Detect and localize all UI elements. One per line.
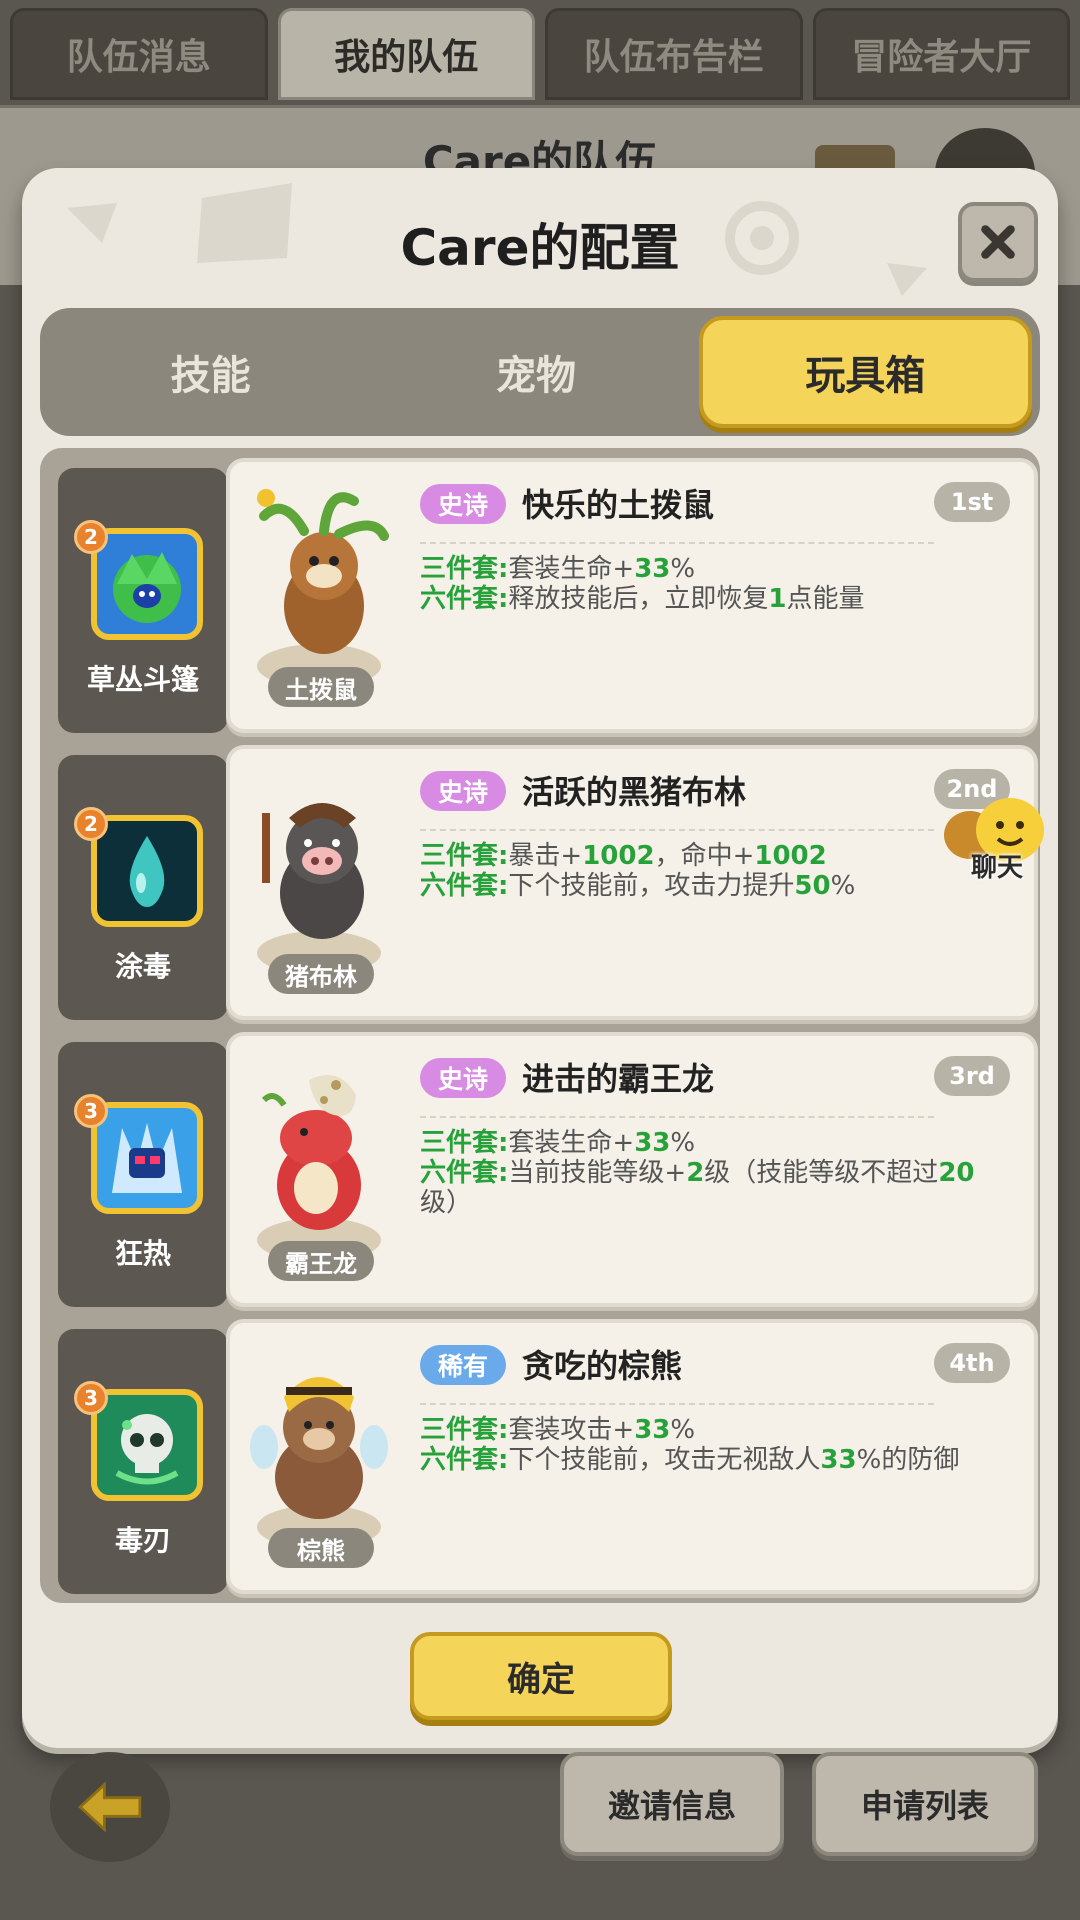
pet-name-label: 霸王龙 — [268, 1241, 374, 1281]
skill-name: 涂毒 — [114, 950, 171, 983]
sub-tab-bar: 技能 宠物 玩具箱 — [40, 308, 1040, 436]
list-item: 2 草丛斗篷 土拨鼠 史诗 快乐的土拨鼠 1st 三件套:套装生命+33% 六件… — [50, 458, 1038, 735]
toy-card[interactable]: 棕熊 稀有 贪吃的棕熊 4th 三件套:套装攻击+33% 六件套:下个技能前，攻… — [226, 1319, 1038, 1594]
confirm-button[interactable]: 确定 — [410, 1632, 672, 1720]
config-modal: Care的配置 技能 宠物 玩具箱 2 草丛斗篷 土拨鼠 史诗 快乐的土拨鼠 1… — [22, 168, 1058, 1748]
effect-three-piece: 三件套:套装生命+33% — [420, 554, 696, 584]
toy-list[interactable]: 2 草丛斗篷 土拨鼠 史诗 快乐的土拨鼠 1st 三件套:套装生命+33% 六件… — [40, 448, 1040, 1603]
skill-slot: 2 草丛斗篷 — [58, 468, 228, 733]
pet-name-label: 猪布林 — [268, 954, 374, 994]
poison-drop-icon[interactable] — [91, 815, 203, 927]
frenzy-icon[interactable] — [91, 1102, 203, 1214]
toy-card[interactable]: 土拨鼠 史诗 快乐的土拨鼠 1st 三件套:套装生命+33% 六件套:释放技能后… — [226, 458, 1038, 733]
skill-level-badge: 2 — [74, 807, 108, 841]
skill-slot: 3 狂热 — [58, 1042, 228, 1307]
list-item: 2 涂毒 猪布林 史诗 活跃的黑猪布林 2nd 三件套:暴击+1002，命中+1… — [50, 745, 1038, 1022]
rank-badge: 4th — [934, 1343, 1010, 1383]
black-boar-figure-icon — [244, 763, 394, 983]
effect-six-piece: 六件套:释放技能后，立即恢复1点能量 — [420, 584, 865, 614]
tab-team-bulletin[interactable]: 队伍布告栏 — [545, 8, 803, 100]
skill-name: 草丛斗篷 — [86, 663, 199, 696]
chat-label: 聊天 — [970, 853, 1023, 883]
list-item: 3 狂热 霸王龙 史诗 进击的霸王龙 3rd 三件套:套装生命+33% 六件套:… — [50, 1032, 1038, 1309]
rarity-badge: 史诗 — [420, 1058, 506, 1098]
effect-three-piece: 三件套:套装攻击+33% — [420, 1415, 696, 1445]
invite-info-button[interactable]: 邀请信息 — [560, 1752, 784, 1856]
effect-three-piece: 三件套:套装生命+33% — [420, 1128, 696, 1158]
divider — [420, 1116, 934, 1118]
top-tab-bar: 队伍消息 我的队伍 队伍布告栏 冒险者大厅 — [10, 8, 1070, 108]
toy-title: 进击的霸王龙 — [522, 1060, 715, 1098]
modal-title: Care的配置 — [400, 219, 680, 277]
toy-title: 贪吃的棕熊 — [522, 1347, 683, 1385]
list-item: 3 毒刃 棕熊 稀有 贪吃的棕熊 4th 三件套:套装攻击+33% 六件套:下个… — [50, 1319, 1038, 1596]
skill-name: 毒刃 — [114, 1524, 171, 1557]
skill-name: 狂热 — [114, 1237, 171, 1270]
skill-level-badge: 3 — [74, 1381, 108, 1415]
back-button[interactable] — [50, 1752, 170, 1862]
groundhog-figure-icon — [244, 476, 394, 696]
tab-toy-box[interactable]: 玩具箱 — [698, 316, 1032, 428]
effect-three-piece: 三件套:暴击+1002，命中+1002 — [420, 841, 827, 871]
effect-six-piece: 六件套:下个技能前，攻击力提升50% — [420, 871, 856, 901]
toy-title: 快乐的土拨鼠 — [522, 486, 715, 524]
rank-badge: 3rd — [934, 1056, 1010, 1096]
toy-card[interactable]: 霸王龙 史诗 进击的霸王龙 3rd 三件套:套装生命+33% 六件套:当前技能等… — [226, 1032, 1038, 1307]
divider — [420, 1403, 934, 1405]
set-effects: 三件套:套装生命+33% 六件套:释放技能后，立即恢复1点能量 — [420, 554, 1014, 614]
close-button[interactable] — [958, 202, 1038, 282]
back-arrow-icon — [78, 1781, 142, 1833]
rank-badge: 1st — [934, 482, 1010, 522]
divider — [420, 829, 934, 831]
rarity-badge: 稀有 — [420, 1345, 506, 1385]
set-effects: 三件套:套装生命+33% 六件套:当前技能等级+2级（技能等级不超过20级） — [420, 1128, 1014, 1218]
apply-list-button[interactable]: 申请列表 — [812, 1752, 1038, 1856]
rarity-badge: 史诗 — [420, 484, 506, 524]
skill-level-badge: 3 — [74, 1094, 108, 1128]
effect-six-piece: 六件套:下个技能前，攻击无视敌人33%的防御 — [420, 1445, 960, 1475]
tab-pets[interactable]: 宠物 — [373, 316, 698, 428]
skill-level-badge: 2 — [74, 520, 108, 554]
toy-card[interactable]: 猪布林 史诗 活跃的黑猪布林 2nd 三件套:暴击+1002，命中+1002 六… — [226, 745, 1038, 1020]
chat-button[interactable]: 聊天 — [938, 785, 1056, 885]
tab-adventurer-hall[interactable]: 冒险者大厅 — [812, 8, 1070, 100]
leaf-cloak-icon[interactable] — [91, 528, 203, 640]
tab-skills[interactable]: 技能 — [48, 316, 373, 428]
pet-name-label: 棕熊 — [268, 1528, 374, 1568]
set-effects: 三件套:套装攻击+33% 六件套:下个技能前，攻击无视敌人33%的防御 — [420, 1415, 1014, 1475]
effect-six-piece: 六件套:当前技能等级+2级（技能等级不超过20级） — [420, 1158, 975, 1218]
trex-figure-icon — [244, 1050, 394, 1270]
skill-slot: 2 涂毒 — [58, 755, 228, 1020]
set-effects: 三件套:暴击+1002，命中+1002 六件套:下个技能前，攻击力提升50% — [420, 841, 1014, 901]
rarity-badge: 史诗 — [420, 771, 506, 811]
divider — [420, 542, 934, 544]
toy-title: 活跃的黑猪布林 — [522, 773, 747, 811]
pet-name-label: 土拨鼠 — [268, 667, 374, 707]
close-x-icon — [981, 225, 1015, 259]
skill-slot: 3 毒刃 — [58, 1329, 228, 1594]
brown-bear-figure-icon — [244, 1337, 394, 1557]
tab-my-team[interactable]: 我的队伍 — [277, 8, 535, 100]
tab-team-messages[interactable]: 队伍消息 — [10, 8, 268, 100]
poison-skull-icon[interactable] — [91, 1389, 203, 1501]
